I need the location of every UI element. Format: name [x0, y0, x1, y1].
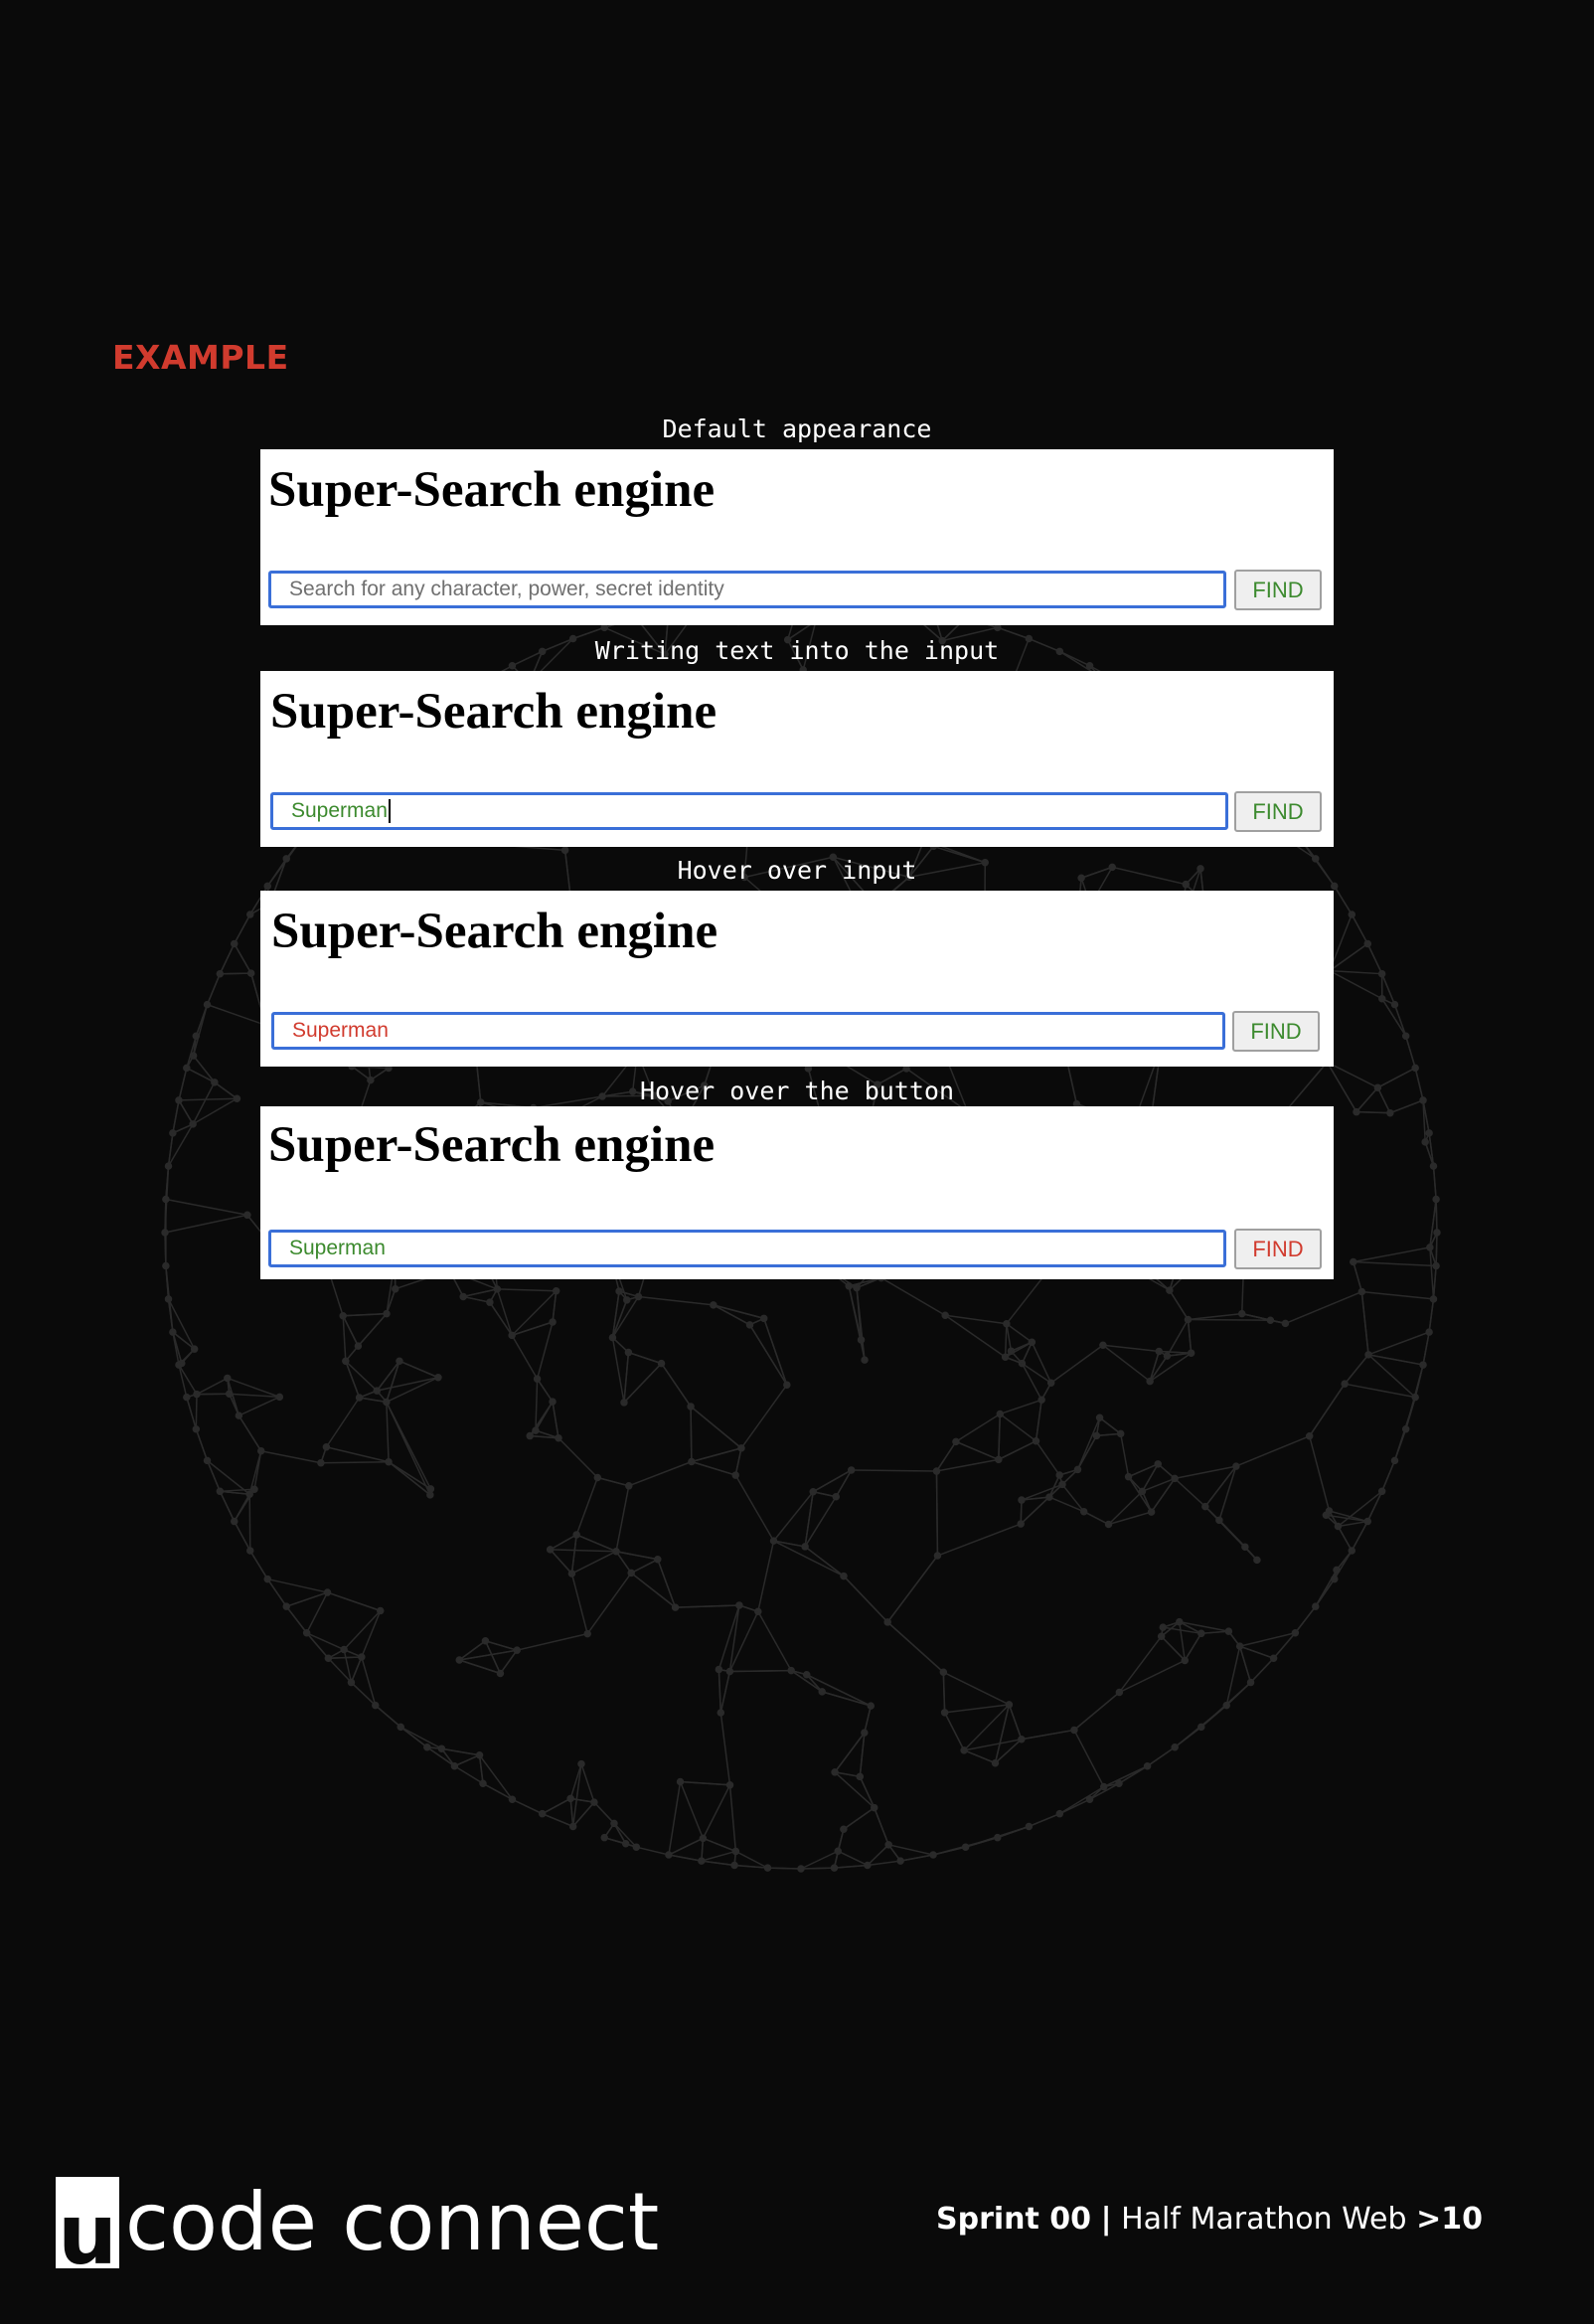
search-input[interactable] — [268, 571, 1226, 608]
caption-hover-button: Hover over the button — [639, 1077, 955, 1105]
separator: | — [1100, 2202, 1112, 2237]
find-button[interactable]: FIND — [1234, 791, 1322, 832]
panel-default: Super-Search engine FIND — [260, 449, 1334, 625]
search-input[interactable]: Superman — [271, 1012, 1225, 1050]
panel-title: Super-Search engine — [271, 904, 718, 959]
arrow: > — [1416, 2202, 1442, 2237]
caption-default: Default appearance — [662, 415, 932, 443]
panel-hover-input: Super-Search engine Superman FIND — [260, 891, 1334, 1067]
find-button[interactable]: FIND — [1234, 1229, 1322, 1269]
find-button[interactable]: FIND — [1234, 570, 1322, 610]
find-button[interactable]: FIND — [1232, 1011, 1320, 1052]
search-input[interactable]: Superman — [270, 792, 1228, 830]
panel-title: Super-Search engine — [268, 1117, 716, 1173]
logo-box: u — [56, 2177, 119, 2276]
panel-hover-button: Super-Search engine Superman FIND — [260, 1106, 1334, 1279]
logo-text: code connect — [125, 2176, 660, 2268]
panel-writing: Super-Search engine Superman FIND — [260, 671, 1334, 847]
sprint-label: Sprint 00 — [935, 2202, 1092, 2237]
example-heading: EXAMPLE — [112, 338, 289, 377]
input-value: Superman — [292, 1019, 389, 1042]
page-number: 10 — [1441, 2202, 1483, 2237]
caption-hover-input: Hover over input — [677, 856, 917, 885]
course-label: Half Marathon Web — [1121, 2202, 1407, 2237]
input-value: Superman — [291, 799, 388, 822]
panel-title: Super-Search engine — [268, 462, 716, 518]
text-caret — [388, 799, 391, 824]
logo-letter: u — [58, 2186, 117, 2283]
input-value: Superman — [289, 1237, 386, 1259]
ucode-connect-logo: u code connect — [56, 2176, 660, 2276]
panel-title: Super-Search engine — [270, 684, 717, 740]
caption-writing: Writing text into the input — [594, 636, 1000, 665]
search-input[interactable]: Superman — [268, 1230, 1226, 1267]
footer-page-info: Sprint 00 | Half Marathon Web >10 — [936, 2202, 1483, 2237]
